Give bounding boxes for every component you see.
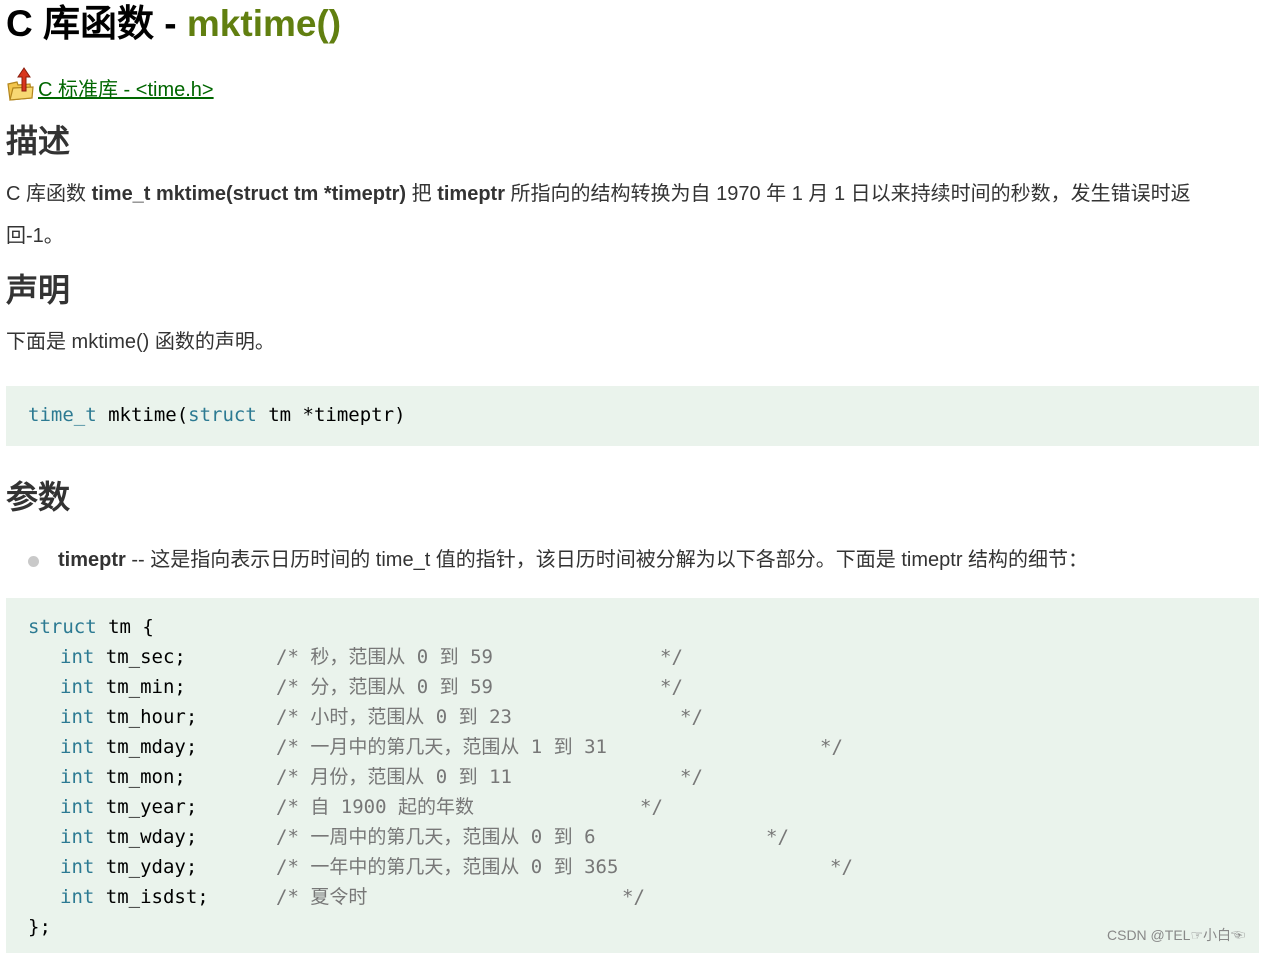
code-line: int tm_wday; [60,822,197,852]
code-rest: tm *timeptr) [256,404,406,426]
back-link-row[interactable]: C 标准库 - <time.h> [6,60,214,102]
code-line: int tm_isdst; [60,882,209,912]
code-keyword: int [60,856,95,878]
description-text-part: C 库函数 [6,183,92,205]
code-line: int tm_yday; [60,852,197,882]
description-text-part: 回-1。 [6,225,64,247]
code-rest: tm { [96,616,154,638]
parameter-name: timeptr [58,549,126,571]
description-text-part: 所指向的结构转换为自 1970 年 1 月 1 日以来持续时间的秒数，发生错误时… [505,183,1191,205]
code-comment: /* 小时，范围从 0 到 23 [276,706,512,728]
page-title: C 库函数 - mktime() [6,2,341,46]
code-comment: /* 分，范围从 0 到 59 [276,676,493,698]
code-line: }; [28,916,51,938]
heading-declaration: 声明 [6,272,71,308]
code-comment: /* 一周中的第几天，范围从 0 到 6 [276,826,596,848]
code-keyword: struct [28,616,97,638]
back-link-c-standard-library[interactable]: C 标准库 - <time.h> [38,78,214,102]
code-comment-end: */ [830,856,853,878]
code-keyword: int [60,826,95,848]
code-line: int tm_mon; [60,762,186,792]
code-decl: tm_year; [94,796,198,818]
code-comment: /* 自 1900 起的年数 [276,796,474,818]
description-text: C 库函数 time_t mktime(struct tm *timeptr) … [6,173,1259,257]
code-decl: tm_yday; [94,856,198,878]
code-line: struct tm { [28,612,154,642]
title-prefix: C 库函数 - [6,3,187,44]
code-line: int tm_min; [60,672,186,702]
code-comment-end: */ [622,886,645,908]
parameter-item: timeptr -- 这是指向表示日历时间的 time_t 值的指针，该日历时间… [58,539,1088,581]
code-keyword: int [60,736,95,758]
code-line: int tm_year; [60,792,197,822]
declaration-code-block: time_t mktime(struct tm *timeptr) [6,386,1259,446]
heading-description: 描述 [6,123,71,159]
code-comment-end: */ [640,796,663,818]
code-comment: /* 一月中的第几天，范围从 1 到 31 [276,736,607,758]
code-comment-end: */ [766,826,789,848]
code-keyword: int [60,796,95,818]
code-comment-end: */ [660,676,683,698]
code-decl: tm_wday; [94,826,198,848]
description-signature: time_t mktime(struct tm *timeptr) [91,183,407,205]
code-line: time_t mktime(struct tm *timeptr) [28,400,406,430]
code-decl: tm_mon; [94,766,186,788]
code-keyword: int [60,706,95,728]
bullet-dot [28,556,39,567]
description-param: timeptr [437,183,505,205]
code-comment-end: */ [680,766,703,788]
code-comment-end: */ [820,736,843,758]
folder-up-icon [6,66,34,102]
code-line: int tm_mday; [60,732,197,762]
code-line: int tm_hour; [60,702,197,732]
code-name: mktime( [96,404,189,426]
code-decl: tm_mday; [94,736,198,758]
code-keyword: int [60,676,95,698]
code-comment: /* 夏令时 [276,886,368,908]
code-line: int tm_sec; [60,642,186,672]
code-comment: /* 月份，范围从 0 到 11 [276,766,512,788]
code-type: time_t [28,404,97,426]
code-decl: tm_min; [94,676,186,698]
code-decl: tm_hour; [94,706,198,728]
struct-code-block: struct tm { int tm_sec; /* 秒，范围从 0 到 59 … [6,598,1259,953]
code-comment: /* 秒，范围从 0 到 59 [276,646,493,668]
parameter-description: -- 这是指向表示日历时间的 time_t 值的指针，该日历时间被分解为以下各部… [125,549,1089,571]
code-keyword: int [60,646,95,668]
heading-parameters: 参数 [6,479,71,515]
code-comment-end: */ [680,706,703,728]
declaration-text: 下面是 mktime() 函数的声明。 [6,331,275,353]
code-decl: tm_isdst; [94,886,209,908]
title-function: mktime() [186,3,342,44]
code-keyword: struct [188,404,257,426]
code-keyword: int [60,886,95,908]
code-comment: /* 一年中的第几天，范围从 0 到 365 [276,856,619,878]
code-comment-end: */ [660,646,683,668]
code-decl: tm_sec; [94,646,186,668]
code-keyword: int [60,766,95,788]
description-text-part: 把 [406,183,438,205]
watermark: CSDN @TEL☞小白☜ [1107,927,1245,943]
